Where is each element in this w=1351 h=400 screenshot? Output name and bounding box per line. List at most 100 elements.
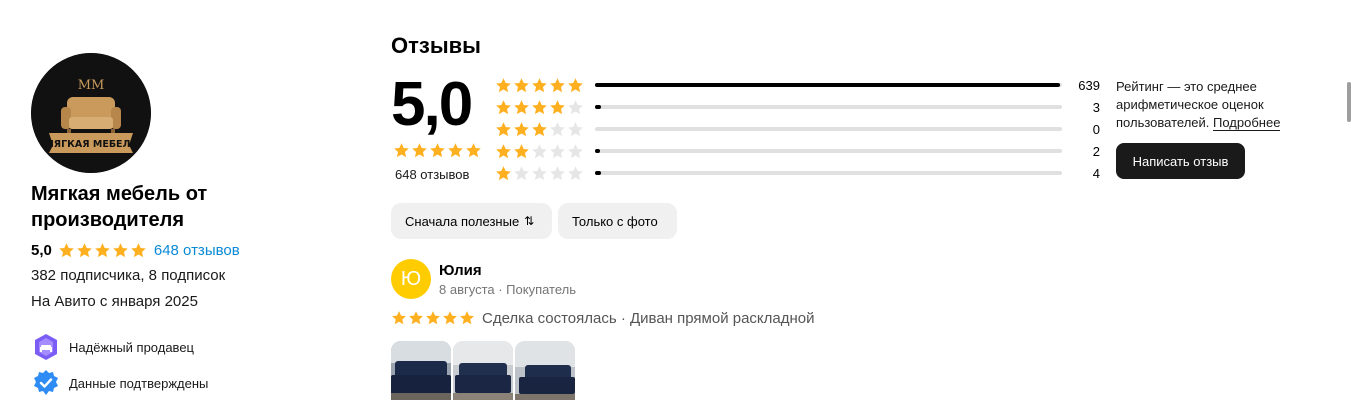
- sofa-logo-icon: MM МЯГКАЯ МЕБЕЛЬ: [31, 53, 151, 173]
- distribution-stars: [495, 77, 585, 94]
- seller-rating: 5,0 648 отзывов: [31, 241, 240, 259]
- distribution-bar-fill: [595, 171, 601, 175]
- distribution-stars: [495, 99, 585, 116]
- badge-verified[interactable]: Данные подтверждены: [31, 368, 208, 398]
- star-icon: [514, 99, 529, 114]
- distribution-count: 2: [1092, 143, 1100, 159]
- seller-card: MM МЯГКАЯ МЕБЕЛЬ Мягкая мебель от произв…: [31, 53, 351, 395]
- reliable-seller-icon: [31, 332, 61, 362]
- distribution-bar-track: [595, 127, 1062, 131]
- star-icon: [409, 311, 423, 325]
- reviews-title: Отзывы: [391, 33, 481, 58]
- star-icon: [568, 165, 583, 180]
- review-author-avatar: Ю: [391, 259, 431, 299]
- star-icon: [131, 242, 146, 257]
- distribution-row[interactable]: 4: [495, 165, 1100, 181]
- write-review-button[interactable]: Написать отзыв: [1116, 143, 1245, 179]
- svg-text:MM: MM: [78, 78, 105, 93]
- star-icon: [568, 121, 583, 136]
- review-stars: [391, 310, 476, 326]
- star-icon: [59, 242, 74, 257]
- star-icon: [532, 99, 547, 114]
- average-rating-stars: [393, 142, 483, 159]
- star-icon: [568, 143, 583, 158]
- distribution-bar-track: [595, 171, 1062, 175]
- star-icon: [532, 77, 547, 92]
- star-icon: [568, 77, 583, 92]
- star-icon: [113, 242, 128, 257]
- distribution-bar-fill: [595, 105, 601, 109]
- star-icon: [448, 143, 463, 158]
- verified-check-icon: [31, 368, 61, 398]
- star-icon: [514, 77, 529, 92]
- star-icon: [426, 311, 440, 325]
- star-icon: [77, 242, 92, 257]
- star-icon: [95, 242, 110, 257]
- distribution-count: 0: [1092, 121, 1100, 137]
- distribution-row[interactable]: 3: [495, 99, 1100, 115]
- badge-reliable-seller[interactable]: Надёжный продавец: [31, 332, 194, 362]
- star-icon: [412, 143, 427, 158]
- star-icon: [496, 165, 511, 180]
- distribution-bar-fill: [595, 149, 600, 153]
- star-icon: [514, 143, 529, 158]
- review-deal: Сделка состоялась · Диван прямой расклад…: [482, 309, 815, 327]
- star-icon: [550, 143, 565, 158]
- distribution-bar-track: [595, 83, 1062, 87]
- seller-rating-value: 5,0: [31, 241, 52, 259]
- scrollbar[interactable]: [1347, 82, 1351, 122]
- review-photo[interactable]: [453, 341, 513, 400]
- reviews-total: 648 отзывов: [395, 167, 470, 182]
- review-author-name: Юлия: [439, 262, 482, 279]
- star-icon: [443, 311, 457, 325]
- seller-reviews-link[interactable]: 648 отзывов: [154, 242, 240, 259]
- distribution-row[interactable]: 2: [495, 143, 1100, 159]
- seller-name[interactable]: Мягкая мебель от производителя: [31, 181, 351, 233]
- rating-info: Рейтинг — это среднее арифметическое оце…: [1116, 78, 1306, 132]
- distribution-count: 639: [1078, 77, 1100, 93]
- sort-filter-button[interactable]: Сначала полезные ⇅: [391, 203, 552, 239]
- star-icon: [496, 121, 511, 136]
- distribution-row[interactable]: 639: [495, 77, 1100, 93]
- seller-logo[interactable]: MM МЯГКАЯ МЕБЕЛЬ: [31, 53, 151, 173]
- star-icon: [568, 99, 583, 114]
- star-icon: [466, 143, 481, 158]
- distribution-count: 4: [1092, 165, 1100, 181]
- distribution-bar-track: [595, 105, 1062, 109]
- review-rating-line: Сделка состоялась · Диван прямой расклад…: [391, 309, 815, 327]
- star-icon: [550, 121, 565, 136]
- sort-filter-label: Сначала полезные: [405, 213, 520, 229]
- star-icon: [514, 165, 529, 180]
- distribution-row[interactable]: 0: [495, 121, 1100, 137]
- star-icon: [532, 121, 547, 136]
- distribution-bar-fill: [595, 83, 1060, 87]
- review-photo[interactable]: [515, 341, 575, 400]
- photo-only-filter-button[interactable]: Только с фото: [558, 203, 677, 239]
- seller-subscribers[interactable]: 382 подписчика, 8 подписок: [31, 267, 225, 284]
- more-link[interactable]: Подробнее: [1213, 115, 1281, 131]
- star-icon: [394, 143, 409, 158]
- badge-label: Данные подтверждены: [69, 375, 209, 391]
- star-icon: [430, 143, 445, 158]
- review-photo[interactable]: [391, 341, 451, 400]
- star-icon: [550, 77, 565, 92]
- star-icon: [532, 143, 547, 158]
- badge-label: Надёжный продавец: [69, 339, 194, 355]
- review-meta: 8 августа · Покупатель: [439, 282, 577, 297]
- seller-since: На Авито с января 2025: [31, 293, 198, 310]
- star-icon: [496, 143, 511, 158]
- distribution-bar-track: [595, 149, 1062, 153]
- svg-text:МЯГКАЯ МЕБЕЛЬ: МЯГКАЯ МЕБЕЛЬ: [44, 139, 137, 150]
- star-icon: [496, 99, 511, 114]
- distribution-stars: [495, 165, 585, 182]
- distribution-stars: [495, 143, 585, 160]
- seller-rating-stars: [58, 242, 148, 259]
- distribution-count: 3: [1092, 99, 1100, 115]
- star-icon: [392, 311, 406, 325]
- star-icon: [460, 311, 474, 325]
- star-icon: [550, 99, 565, 114]
- distribution-stars: [495, 121, 585, 138]
- average-rating: 5,0: [391, 70, 473, 139]
- star-icon: [550, 165, 565, 180]
- star-icon: [496, 77, 511, 92]
